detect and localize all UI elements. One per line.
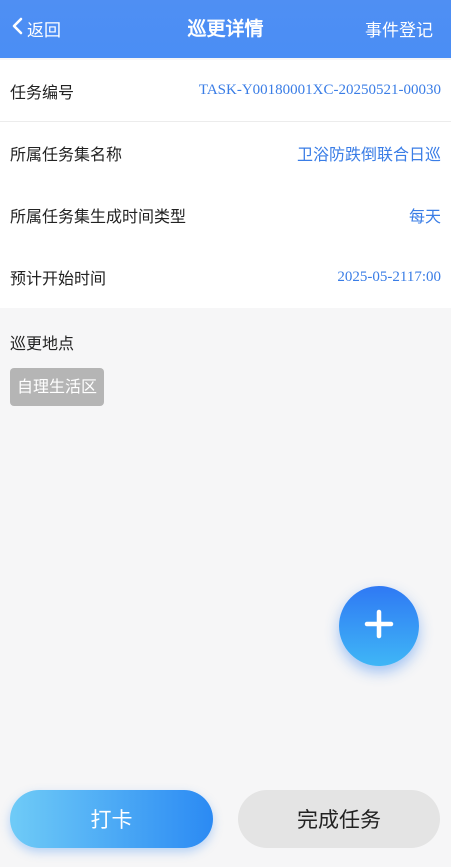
chevron-left-icon [10,17,24,39]
info-row-start-time: 预计开始时间 2025-05-2117:00 [0,246,451,308]
info-label: 预计开始时间 [10,269,107,288]
back-label: 返回 [27,20,61,41]
generation-type-value: 每天 [408,207,441,226]
info-label: 任务编号 [10,82,75,102]
checkin-button[interactable]: 打卡 [10,790,213,848]
start-time-value: 2025-05-2117:00 [337,268,441,285]
info-row-task-set-name: 所属任务集名称 卫浴防跌倒联合日巡 [0,122,451,184]
task-number-value: TASK-Y00180001XC-20250521-00030 [198,82,441,98]
task-info-card: 任务编号 TASK-Y00180001XC-20250521-00030 所属任… [0,60,451,308]
add-fab-button[interactable] [339,586,419,666]
patrol-detail-page: 返回 巡更详情 事件登记 任务编号 TASK-Y00180001XC-20250… [0,0,451,867]
back-button[interactable]: 返回 [10,15,61,41]
info-row-generation-type: 所属任务集生成时间类型 每天 [0,184,451,246]
location-tag: 自理生活区 [10,368,105,406]
info-label: 所属任务集生成时间类型 [10,207,187,226]
location-section-title: 巡更地点 [10,334,75,353]
complete-task-button[interactable]: 完成任务 [238,790,440,848]
info-row-task-number: 任务编号 TASK-Y00180001XC-20250521-00030 [0,60,451,122]
header-bar: 返回 巡更详情 事件登记 [0,0,451,58]
info-label: 所属任务集名称 [10,145,123,164]
event-register-button[interactable]: 事件登记 [365,16,433,41]
plus-icon [364,609,394,643]
task-set-name-value: 卫浴防跌倒联合日巡 [296,145,441,164]
